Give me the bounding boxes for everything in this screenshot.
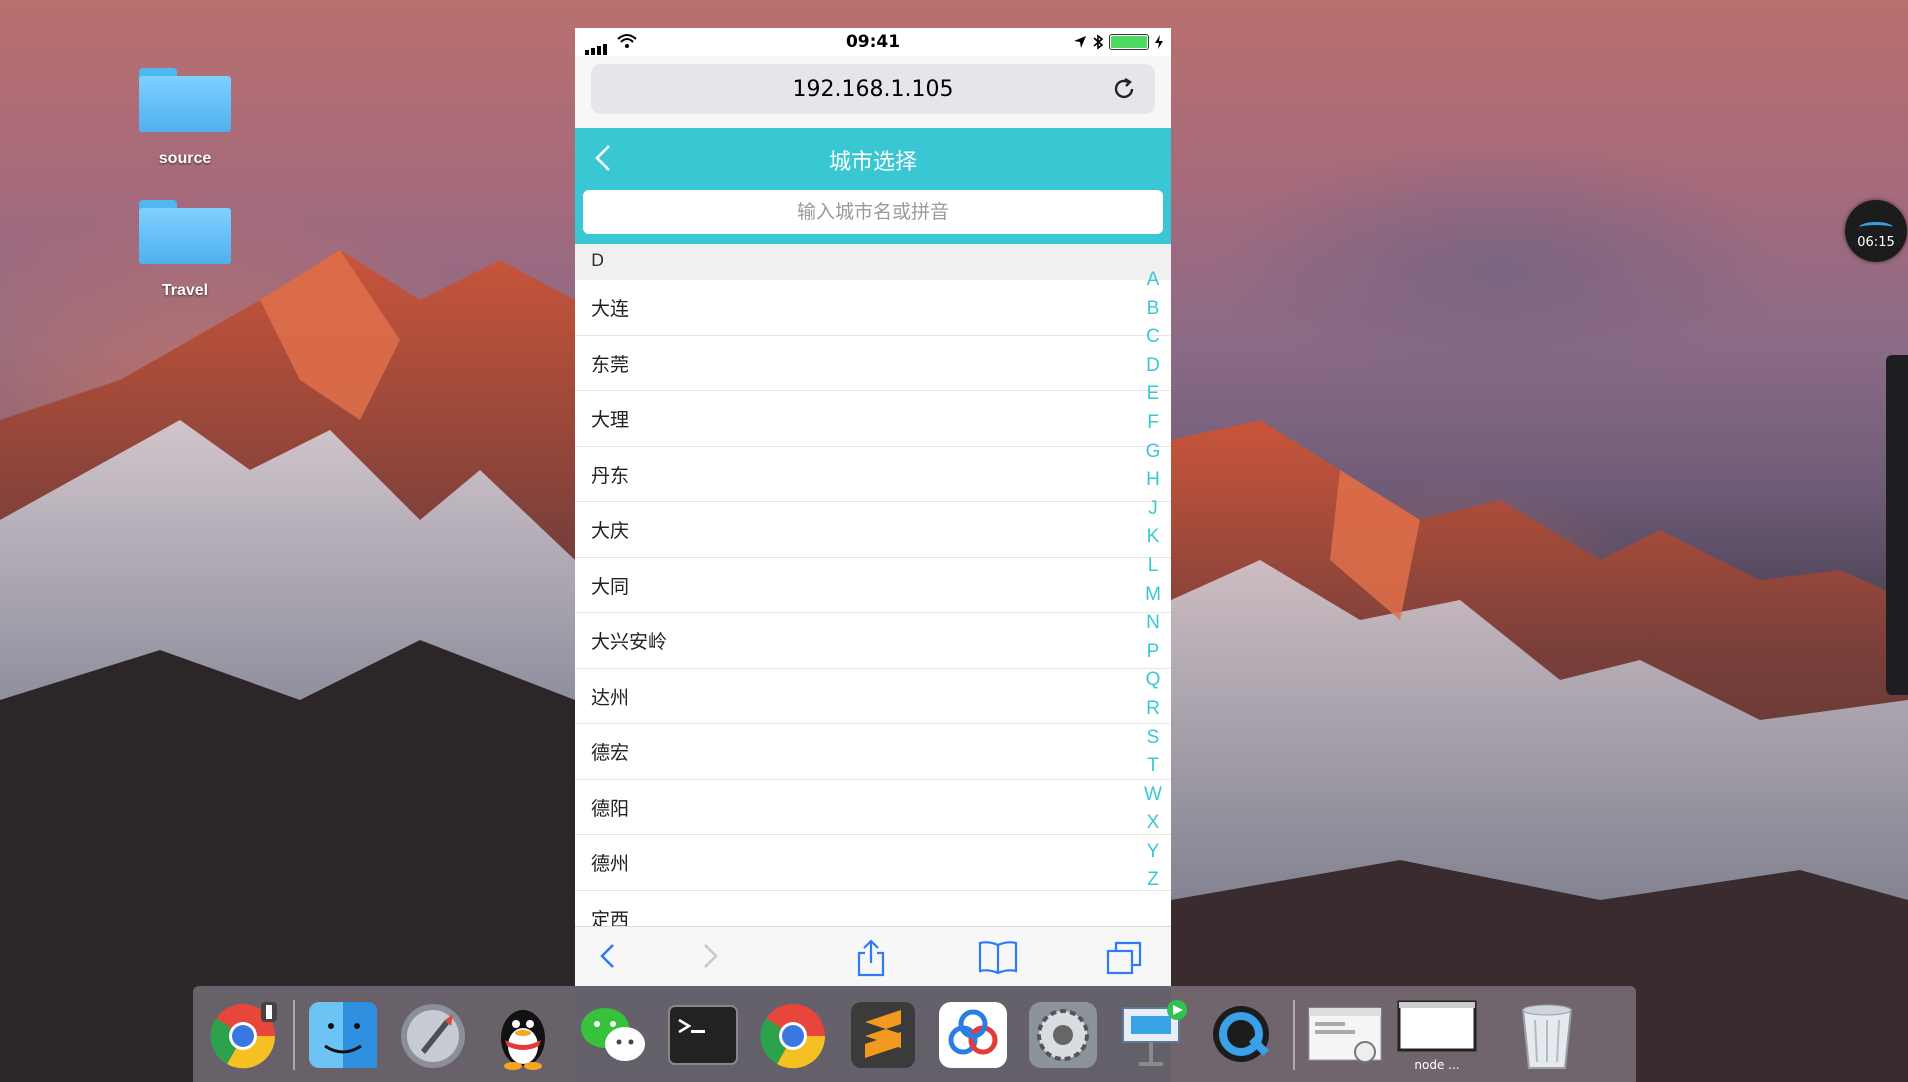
baidu-netdisk-icon[interactable] — [933, 996, 1013, 1072]
city-name: 大兴安岭 — [591, 631, 668, 653]
share-icon[interactable] — [853, 939, 889, 977]
alphabet-letter[interactable]: D — [1143, 352, 1163, 381]
chrome-icon[interactable] — [753, 996, 833, 1072]
city-name: 大理 — [591, 409, 630, 431]
bluetooth-icon — [1093, 34, 1103, 50]
folder-icon — [139, 200, 231, 264]
launchpad-icon[interactable] — [393, 996, 473, 1072]
recording-timer[interactable]: 06:15 — [1845, 200, 1907, 262]
dock: node ... — [193, 986, 1636, 1082]
city-name: 东莞 — [591, 353, 630, 376]
dock-separator — [1293, 1000, 1295, 1070]
city-name: 大同 — [591, 575, 630, 598]
city-item[interactable]: 德州 — [575, 835, 1171, 891]
browser-toolbar — [575, 926, 1171, 986]
city-item[interactable]: 德宏 — [575, 724, 1171, 780]
quicktime-icon[interactable] — [1203, 996, 1283, 1072]
city-name: 德宏 — [591, 742, 630, 764]
alphabet-letter[interactable]: K — [1143, 523, 1163, 552]
status-bar: 09:41 — [575, 28, 1171, 56]
alphabet-letter[interactable]: R — [1143, 695, 1163, 724]
alphabet-index: A B C D E F G H J K L M N P Q R S T W X … — [1143, 266, 1163, 895]
dock-separator — [293, 1000, 295, 1070]
page-header: 城市选择 — [575, 128, 1171, 188]
qq-icon[interactable] — [483, 996, 563, 1072]
alphabet-letter[interactable]: B — [1143, 295, 1163, 324]
bookmarks-icon[interactable] — [977, 939, 1019, 975]
sublime-text-icon[interactable] — [843, 996, 923, 1072]
node-window-icon[interactable]: node ... — [1395, 996, 1477, 1072]
alphabet-letter[interactable]: G — [1143, 438, 1163, 467]
city-item[interactable]: 大理 — [575, 391, 1171, 447]
city-item[interactable]: 大同 — [575, 558, 1171, 613]
folder-label: source — [158, 150, 212, 167]
finder-icon[interactable] — [303, 996, 383, 1072]
city-item[interactable]: 丹东 — [575, 447, 1171, 502]
back-icon[interactable] — [593, 939, 623, 973]
city-item[interactable]: 东莞 — [575, 336, 1171, 391]
alphabet-letter[interactable]: S — [1143, 724, 1163, 753]
chrome-canary-icon[interactable] — [203, 996, 283, 1072]
page-title: 城市选择 — [828, 150, 917, 175]
city-name: 德州 — [591, 853, 630, 875]
alphabet-letter[interactable]: X — [1143, 809, 1163, 838]
city-item[interactable]: 大兴安岭 — [575, 613, 1171, 669]
section-header: D — [575, 244, 1171, 280]
alphabet-letter[interactable]: J — [1143, 495, 1163, 524]
alphabet-letter[interactable]: C — [1143, 323, 1163, 352]
city-name: 大连 — [591, 298, 630, 320]
location-arrow-icon — [1074, 36, 1086, 48]
system-preferences-icon[interactable] — [1023, 996, 1103, 1072]
folder-label: Travel — [161, 282, 209, 299]
forward-icon[interactable] — [695, 939, 725, 973]
wave-icon — [1859, 222, 1893, 233]
city-list: 大连 东莞 大理 丹东 大庆 大同 大兴安岭 达州 德宏 德阳 德州 定西 — [575, 280, 1171, 946]
browser-address-area: 192.168.1.105 — [575, 56, 1171, 128]
alphabet-letter[interactable]: N — [1143, 609, 1163, 638]
charging-icon — [1155, 35, 1163, 49]
keynote-icon[interactable] — [1113, 996, 1193, 1072]
side-panel-handle[interactable] — [1886, 355, 1908, 695]
folder-icon — [139, 68, 231, 132]
city-name: 德阳 — [591, 797, 630, 820]
search-area — [575, 188, 1171, 244]
wechat-icon[interactable] — [573, 996, 653, 1072]
alphabet-letter[interactable]: W — [1143, 781, 1163, 810]
search-input[interactable] — [583, 190, 1163, 234]
alphabet-letter[interactable]: H — [1143, 466, 1163, 495]
preview-window-icon[interactable] — [1305, 996, 1385, 1072]
timer-text: 06:15 — [1857, 235, 1895, 250]
alphabet-letter[interactable]: F — [1143, 409, 1163, 438]
alphabet-letter[interactable]: M — [1143, 581, 1163, 610]
section-letter: D — [591, 251, 605, 271]
phone-simulator: 09:41 192.168.1.105 城市选择 D 大连 东莞 大理 — [575, 28, 1171, 986]
trash-icon[interactable] — [1507, 996, 1587, 1072]
city-name: 达州 — [591, 686, 630, 709]
status-right — [1073, 34, 1163, 50]
alphabet-letter[interactable]: Z — [1143, 866, 1163, 895]
city-item[interactable]: 达州 — [575, 669, 1171, 724]
alphabet-letter[interactable]: E — [1143, 380, 1163, 409]
city-item[interactable]: 德阳 — [575, 780, 1171, 835]
alphabet-letter[interactable]: A — [1143, 266, 1163, 295]
alphabet-letter[interactable]: Y — [1143, 838, 1163, 867]
desktop-folder-source[interactable]: source — [125, 68, 245, 168]
city-item[interactable]: 大连 — [575, 280, 1171, 336]
battery-icon — [1109, 34, 1149, 50]
city-name: 大庆 — [591, 520, 630, 542]
desktop-folder-travel[interactable]: Travel — [125, 200, 245, 300]
city-item[interactable]: 大庆 — [575, 502, 1171, 558]
node-window-label: node ... — [1414, 1058, 1460, 1072]
alphabet-letter[interactable]: T — [1143, 752, 1163, 781]
alphabet-letter[interactable]: L — [1143, 552, 1163, 581]
address-bar[interactable]: 192.168.1.105 — [591, 64, 1155, 114]
city-name: 丹东 — [591, 464, 630, 487]
url-text: 192.168.1.105 — [792, 77, 954, 102]
tabs-icon[interactable] — [1105, 939, 1145, 975]
alphabet-letter[interactable]: Q — [1143, 666, 1163, 695]
alphabet-letter[interactable]: P — [1143, 638, 1163, 667]
terminal-icon[interactable] — [663, 996, 743, 1072]
reload-icon[interactable] — [1111, 76, 1137, 102]
